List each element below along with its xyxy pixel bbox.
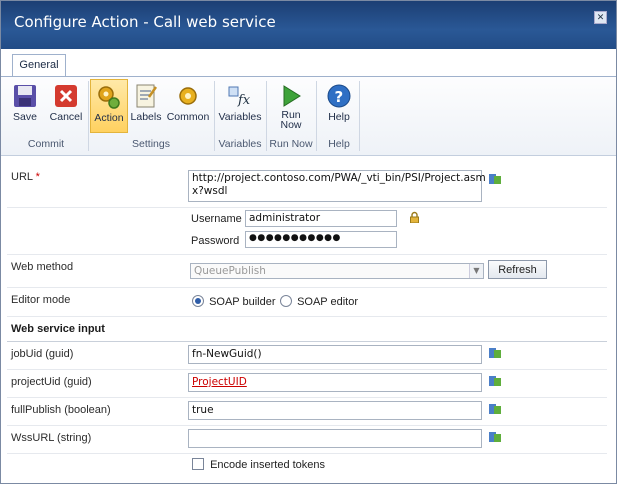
encode-tokens-checkbox[interactable] [192, 458, 204, 470]
insert-reference-icon[interactable] [489, 403, 501, 415]
ribbon-separator [214, 81, 215, 151]
param-row: jobUid (guid) fn-NewGuid() [7, 342, 607, 370]
group-help: Help [328, 138, 350, 150]
url-label: URL * [11, 171, 40, 183]
svg-text:fx: fx [237, 93, 251, 108]
refresh-button[interactable]: Refresh [488, 260, 547, 279]
save-label: Save [13, 111, 37, 123]
title-bar: Configure Action - Call web service ✕ [1, 1, 616, 49]
password-input[interactable]: ●●●●●●●●●●● [245, 231, 397, 248]
insert-reference-icon[interactable] [489, 347, 501, 359]
username-input[interactable]: administrator [245, 210, 397, 227]
insert-reference-icon[interactable] [489, 375, 501, 387]
run-now-label-2: Now [280, 119, 302, 131]
close-icon[interactable]: ✕ [594, 11, 607, 24]
save-icon [14, 85, 36, 107]
configure-action-dialog: Configure Action - Call web service ✕ Ge… [0, 0, 617, 484]
editor-mode-row: Editor mode SOAP builder SOAP editor [7, 288, 607, 317]
ribbon: Save Cancel Action Labels Common fx Vari… [1, 76, 616, 156]
param-label: fullPublish (boolean) [11, 404, 111, 416]
soap-builder-option[interactable]: SOAP builder [192, 295, 276, 308]
labels-icon [136, 84, 158, 108]
credentials-row: Username administrator Password ●●●●●●●●… [7, 208, 607, 255]
svg-text:?: ? [335, 88, 344, 106]
action-button[interactable]: Action [90, 79, 128, 133]
cancel-icon [55, 85, 77, 107]
web-method-label: Web method [11, 261, 74, 273]
web-method-select[interactable]: QueuePublish ▼ [190, 263, 484, 279]
param-input[interactable]: true [188, 401, 482, 420]
play-icon [283, 85, 301, 107]
run-now-button[interactable]: Run Now [269, 79, 313, 131]
password-label: Password [191, 235, 240, 247]
group-settings: Settings [132, 138, 170, 150]
encode-tokens-option[interactable]: Encode inserted tokens [192, 458, 325, 471]
param-label: jobUid (guid) [11, 348, 74, 360]
action-label: Action [94, 112, 124, 124]
group-commit: Commit [27, 138, 65, 150]
cancel-label: Cancel [49, 111, 83, 123]
param-label: projectUid (guid) [11, 376, 92, 388]
lock-icon[interactable] [409, 211, 420, 223]
param-input[interactable]: ProjectUID [188, 373, 482, 392]
common-label: Common [166, 111, 210, 123]
insert-reference-icon[interactable] [489, 431, 501, 443]
param-input[interactable]: fn-NewGuid() [188, 345, 482, 364]
variables-button[interactable]: fx Variables [217, 79, 263, 131]
help-button[interactable]: ? Help [319, 79, 359, 131]
param-row: WssURL (string) [7, 426, 607, 454]
soap-editor-radio[interactable] [280, 295, 292, 307]
ribbon-separator [359, 81, 360, 151]
save-button[interactable]: Save [5, 79, 45, 131]
insert-reference-icon[interactable] [489, 173, 501, 185]
web-method-row: Web method QueuePublish ▼ Refresh [7, 255, 607, 288]
help-icon: ? [327, 84, 351, 108]
gear-icon [98, 86, 120, 109]
param-input[interactable] [188, 429, 482, 448]
ribbon-separator [88, 81, 89, 151]
editor-mode-label: Editor mode [11, 294, 71, 306]
help-label: Help [328, 111, 350, 123]
param-row: fullPublish (boolean) true [7, 398, 607, 426]
common-button[interactable]: Common [166, 79, 210, 131]
labels-label: Labels [130, 111, 162, 123]
common-gear-icon [179, 87, 197, 105]
soap-editor-option[interactable]: SOAP editor [280, 295, 358, 308]
soap-builder-radio[interactable] [192, 295, 204, 307]
dialog-title: Configure Action - Call web service [14, 13, 276, 31]
tab-general[interactable]: General [12, 54, 66, 77]
ribbon-separator [316, 81, 317, 151]
project-uid-token[interactable]: ProjectUID [192, 376, 247, 388]
variables-icon: fx [228, 86, 251, 108]
group-variables: Variables [218, 138, 262, 150]
username-label: Username [191, 213, 242, 225]
group-run-now: Run Now [269, 138, 313, 150]
variables-label: Variables [218, 111, 262, 123]
chevron-down-icon[interactable]: ▼ [469, 264, 483, 278]
param-label: WssURL (string) [11, 432, 92, 444]
url-row: URL * http://project.contoso.com/PWA/_vt… [7, 165, 607, 208]
cancel-button[interactable]: Cancel [46, 79, 86, 131]
param-row: projectUid (guid) ProjectUID [7, 370, 607, 398]
url-input[interactable]: http://project.contoso.com/PWA/_vti_bin/… [188, 170, 486, 202]
section-title: Web service input [11, 323, 105, 335]
labels-button[interactable]: Labels [128, 79, 164, 131]
web-service-input-header: Web service input [7, 317, 607, 342]
